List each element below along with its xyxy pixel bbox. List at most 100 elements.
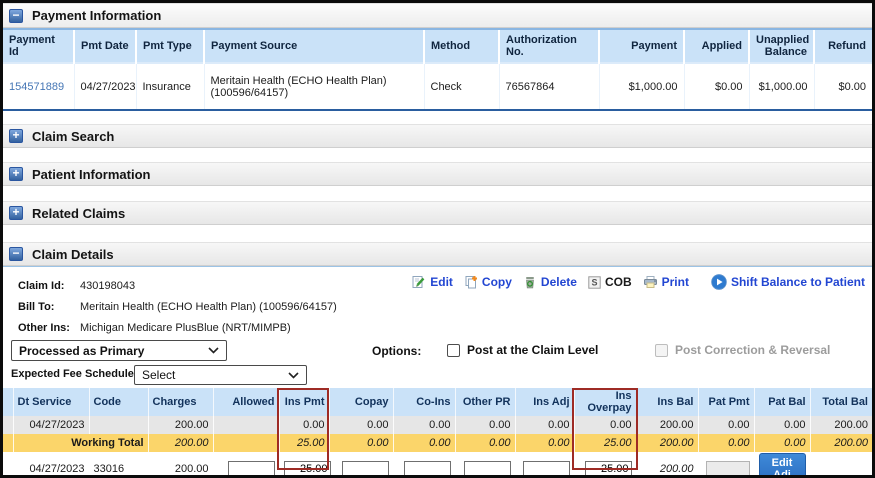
expected-fee-schedule-select[interactable]: Select [134,365,307,385]
col-co-ins: Co-Ins [393,388,455,416]
col-unapplied-balance: Unapplied Balance [749,29,814,63]
processed-as-select[interactable]: Processed as Primary [11,340,227,361]
col-method: Method [424,29,499,63]
col-ins-overpay: Ins Overpay [574,388,636,416]
col-pat-pmt: Pat Pmt [698,388,754,416]
other-ins-value: Michigan Medicare PlusBlue (NRT/MIMPB) [80,322,291,334]
col-pmt-date: Pmt Date [74,29,136,63]
ins-adj-total-cell: 0.00 [515,434,574,452]
edit-icon [412,275,426,289]
section-header-payment-information[interactable]: − Payment Information [3,3,872,28]
copy-label: Copy [482,275,512,289]
col-refund: Refund [814,29,872,63]
other-pr-input[interactable] [464,461,511,478]
expand-icon[interactable]: + [9,206,23,220]
options-label: Options: [372,344,421,358]
claim-actions: Edit Copy Delete S COB Print Shift Balan… [401,274,865,290]
col-ins-adj: Ins Adj [515,388,574,416]
payment-id-link[interactable]: 154571889 [9,81,64,93]
expand-icon[interactable]: + [9,167,23,181]
authorization-no-cell: 76567864 [499,63,599,109]
section-header-patient-information[interactable]: + Patient Information [3,162,872,186]
charges-cell: 200.00 [148,452,213,478]
pat-pmt-cell: 0.00 [698,416,754,434]
col-ins-bal: Ins Bal [636,388,698,416]
other-ins-label: Other Ins: [18,322,80,334]
edit-adj-button[interactable]: Edit Adj [759,453,806,478]
post-claim-level-checkbox[interactable] [447,344,460,357]
applied-cell: $0.00 [684,63,749,109]
claims-window: − Payment Information Payment Id Pmt Dat… [0,0,875,478]
delete-icon [523,275,537,289]
dt-service-cell: 04/27/2023 [13,452,89,478]
co-ins-cell: 0.00 [393,416,455,434]
claim-table-header-row: Dt Service Code Charges Allowed Ins Pmt … [3,388,872,416]
copy-button[interactable]: Copy [464,275,512,289]
payment-table-wrap: Payment Id Pmt Date Pmt Type Payment Sou… [3,28,872,111]
spacer-cell [3,434,13,452]
charges-cell: 200.00 [148,416,213,434]
shift-balance-label: Shift Balance to Patient [731,275,865,289]
collapse-icon[interactable]: − [9,247,23,261]
print-button[interactable]: Print [643,275,689,289]
other-pr-total-cell: 0.00 [455,434,515,452]
col-allowed: Allowed [213,388,279,416]
ins-pmt-input[interactable] [284,461,331,478]
spacer [3,186,872,201]
svg-text:S: S [591,277,597,287]
collapse-icon[interactable]: − [9,9,23,23]
col-charges: Charges [148,388,213,416]
post-claim-level-option: Post at the Claim Level [447,343,598,357]
co-ins-input[interactable] [404,461,451,478]
other-ins-row: Other Ins: Michigan Medicare PlusBlue (N… [3,317,872,338]
bill-to-value: Meritain Health (ECHO Health Plan) (1005… [80,301,337,313]
ins-overpay-total-cell: 25.00 [574,434,636,452]
copay-input[interactable] [342,461,389,478]
ins-overpay-input[interactable] [585,461,632,478]
section-title: Claim Details [32,247,114,262]
post-correction-checkbox [655,344,668,357]
section-title: Payment Information [32,8,161,23]
chevron-down-icon [208,347,219,354]
col-payment-id: Payment Id [3,29,74,63]
col-payment: Payment [599,29,684,63]
claim-details-controls: Processed as Primary Options: Post at th… [3,338,872,388]
ins-bal-cell: 200.00 [636,452,698,478]
spacer-cell [3,416,13,434]
shift-balance-button[interactable]: Shift Balance to Patient [711,274,865,290]
section-header-related-claims[interactable]: + Related Claims [3,201,872,225]
ins-bal-cell: 200.00 [636,416,698,434]
col-code: Code [89,388,148,416]
expected-fee-schedule-label: Expected Fee Schedule: [11,368,138,380]
expected-fee-schedule-value: Select [142,368,175,382]
ins-adj-input[interactable] [523,461,570,478]
section-header-claim-search[interactable]: + Claim Search [3,124,872,148]
pat-pmt-input [706,461,750,478]
section-header-claim-details[interactable]: − Claim Details [3,242,872,266]
col-payment-source: Payment Source [204,29,424,63]
spacer [3,225,872,242]
pmt-type-cell: Insurance [136,63,204,109]
claim-details-fields: Claim Id: 430198043 Bill To: Meritain He… [3,267,872,338]
print-icon [643,275,658,289]
edit-button[interactable]: Edit [412,275,453,289]
payment-table: Payment Id Pmt Date Pmt Type Payment Sou… [3,28,872,109]
claim-id-label: Claim Id: [18,280,80,292]
section-title: Related Claims [32,206,125,221]
service-line-row: 04/27/2023 33016 200.00 200.00 Edit Adj [3,452,872,478]
expand-icon[interactable]: + [9,129,23,143]
col-pat-bal: Pat Bal [754,388,810,416]
cob-label: COB [605,275,632,289]
dt-service-cell: 04/27/2023 [13,416,89,434]
allowed-input[interactable] [228,461,275,478]
pat-pmt-total-cell: 0.00 [698,434,754,452]
chevron-down-icon [288,372,299,379]
pat-bal-total-cell: 0.00 [754,434,810,452]
col-applied: Applied [684,29,749,63]
delete-button[interactable]: Delete [523,275,577,289]
allowed-total-cell [213,434,279,452]
col-dt-service: Dt Service [13,388,89,416]
spacer [3,148,872,162]
cob-button[interactable]: S COB [588,275,632,289]
col-copay: Copay [329,388,393,416]
